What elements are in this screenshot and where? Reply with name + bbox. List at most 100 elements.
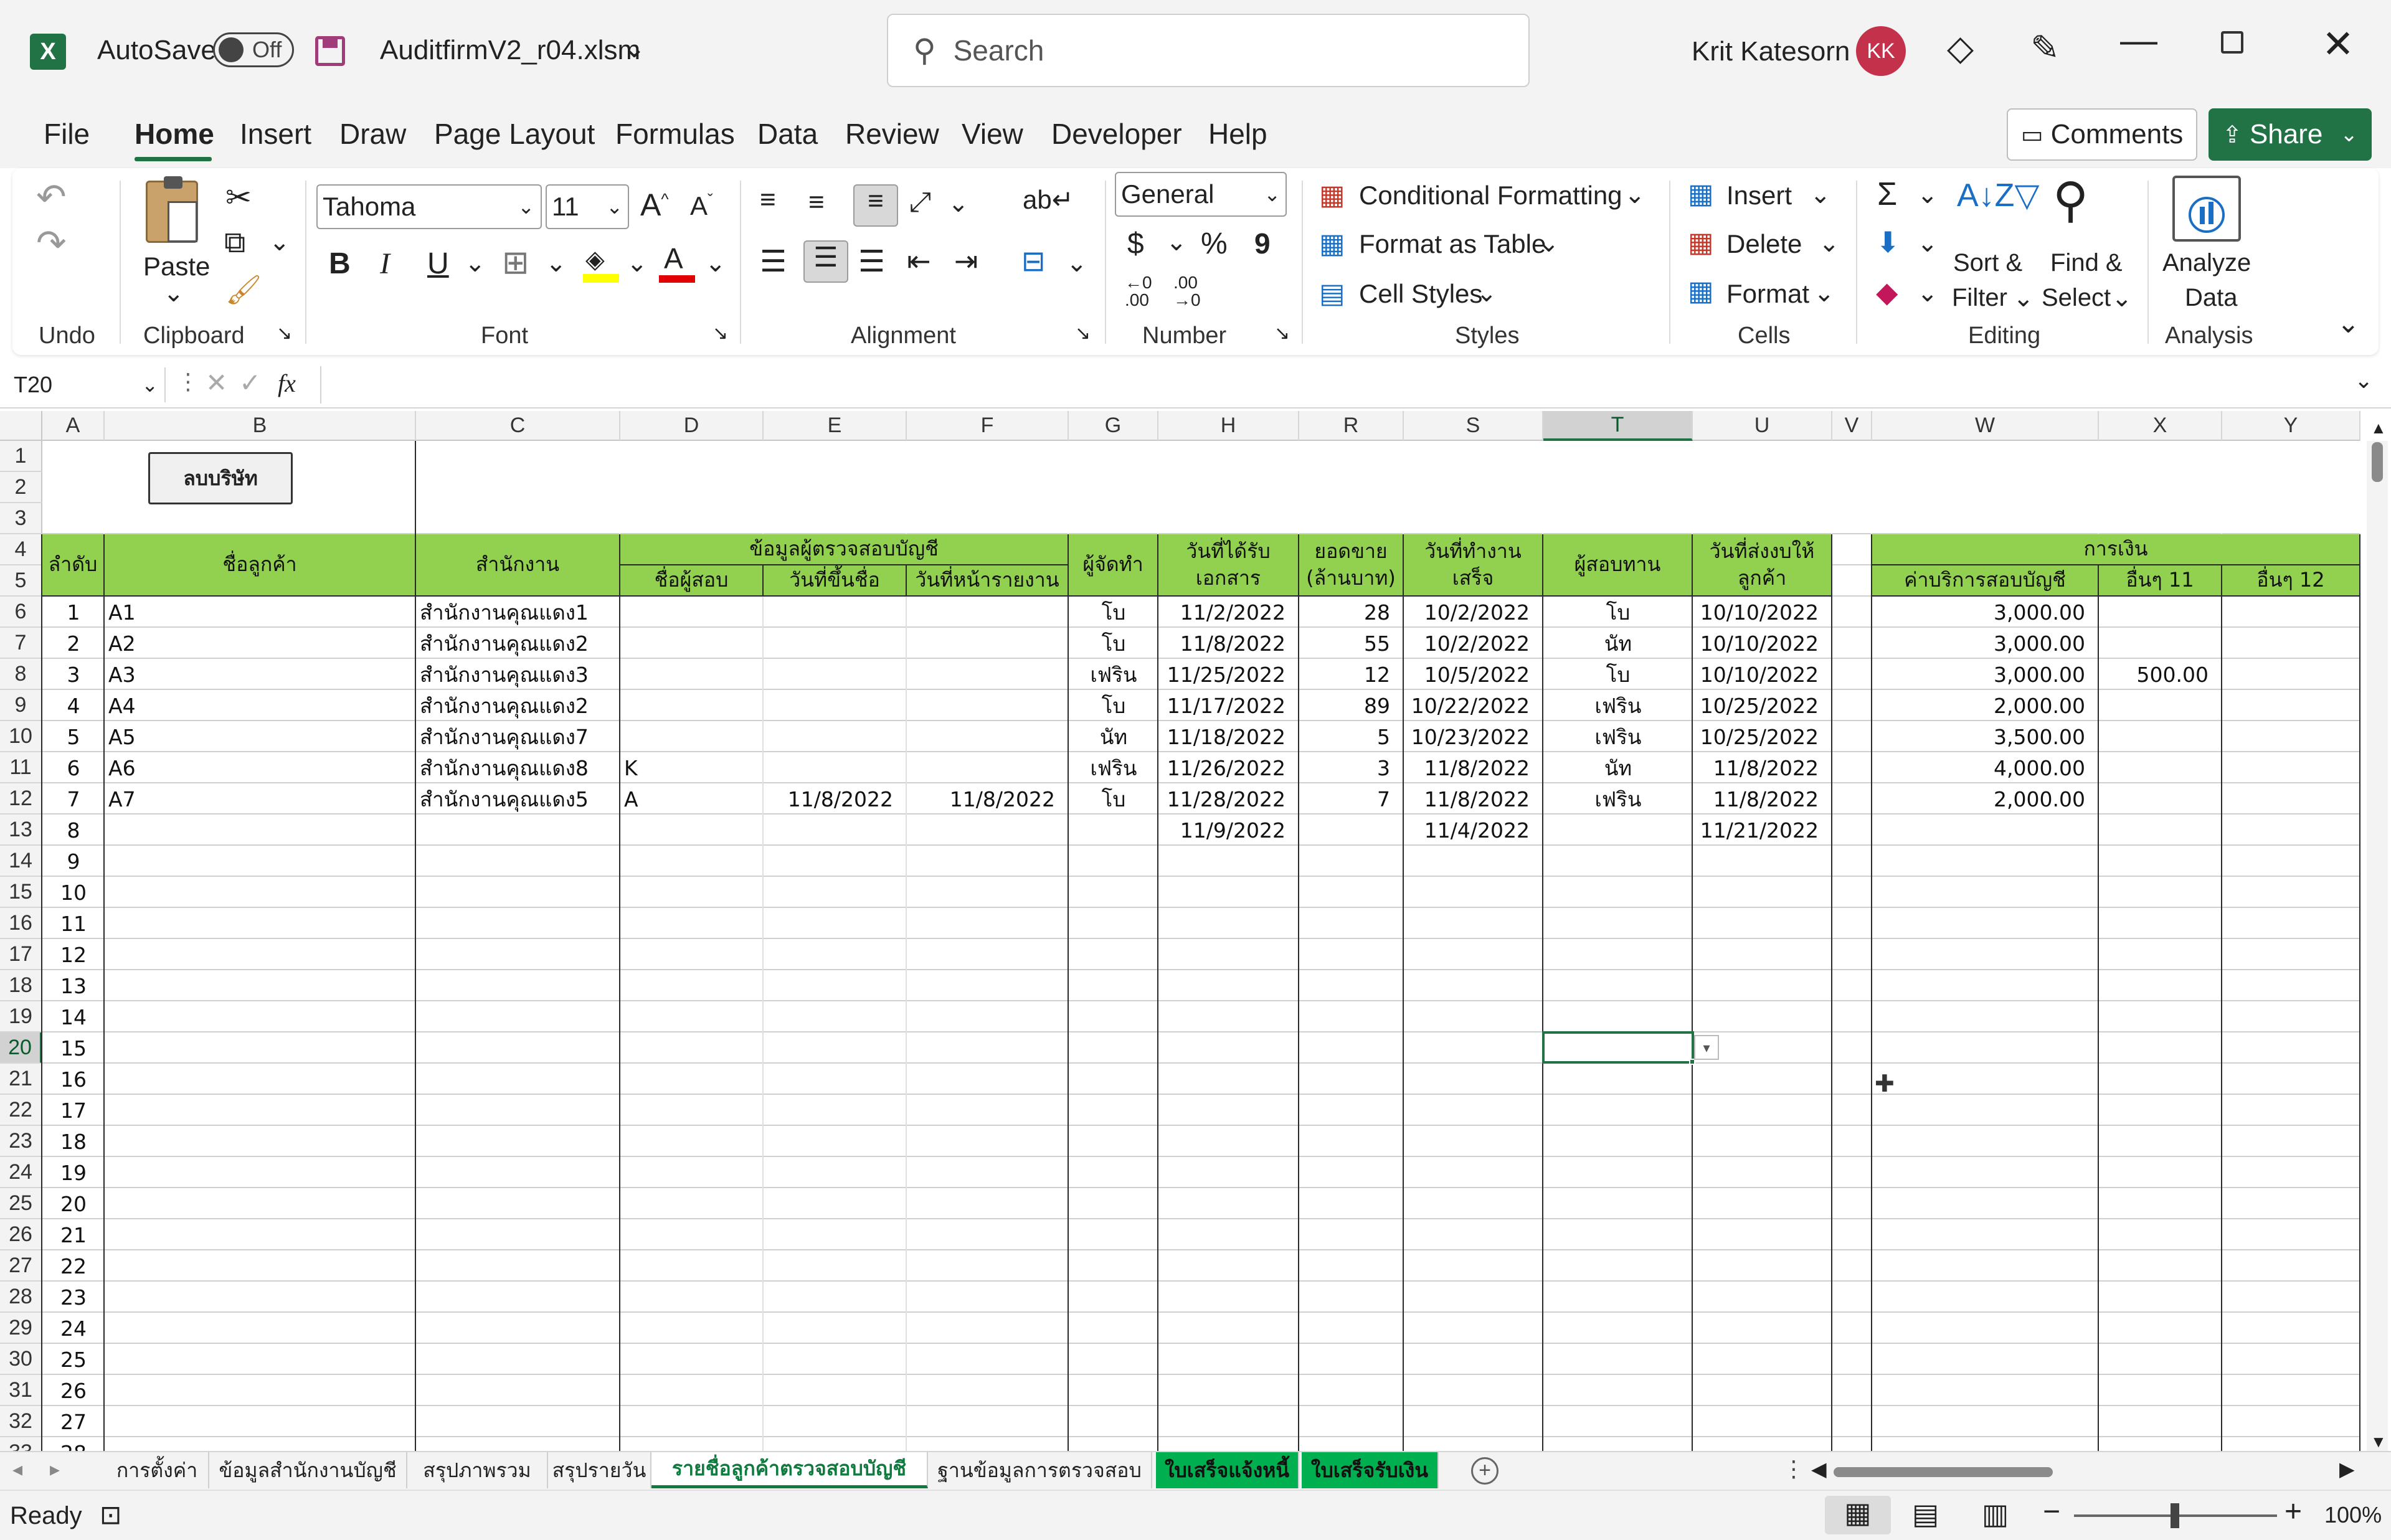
decrease-decimal-icon[interactable]: .00 →0 [1173,274,1201,309]
scroll-tabs-right-icon[interactable]: ▸ [50,1457,60,1481]
cell-send[interactable]: 10/10/2022 [1693,659,1832,690]
more-options-icon[interactable]: ⋮ [177,369,199,395]
clear-icon[interactable]: ◆ [1876,275,1898,309]
cell-send[interactable]: 10/10/2022 [1693,597,1832,628]
row-header[interactable]: 12 [0,783,42,815]
cell-dropdown-icon[interactable]: ▾ [1694,1035,1719,1060]
cell-sales[interactable]: 5 [1299,721,1404,752]
cell-reviewer[interactable]: เฟริน [1543,690,1693,721]
cell-seq[interactable]: 14 [42,1001,105,1032]
cell-sales[interactable]: 55 [1299,628,1404,659]
cell-customer[interactable]: A2 [105,628,416,659]
cell-seq[interactable]: 16 [42,1064,105,1095]
row-header[interactable]: 25 [0,1188,42,1219]
conditional-formatting-button[interactable]: Conditional Formatting [1359,181,1622,210]
cell-fee[interactable]: 3,000.00 [1872,628,2099,659]
cell-done[interactable]: 10/2/2022 [1404,597,1543,628]
cell-done[interactable]: 11/4/2022 [1404,815,1543,846]
row-header[interactable]: 4 [0,534,42,565]
cell-reviewer[interactable]: นัท [1543,628,1693,659]
cell-seq[interactable]: 13 [42,970,105,1001]
horizontal-scrollbar[interactable] [1834,1467,2053,1477]
scroll-tabs-left-icon[interactable]: ◂ [12,1457,22,1481]
share-dropdown-icon[interactable]: ⌄ [2340,122,2358,147]
row-header[interactable]: 9 [0,690,42,721]
find-select-label-2[interactable]: Select [2042,284,2111,312]
column-header-w[interactable]: W [1872,411,2099,441]
sort-filter-icon[interactable]: A↓Z▽ [1957,177,2039,214]
align-bottom-icon[interactable]: ≡ [853,184,898,227]
tab-developer[interactable]: Developer [1051,117,1182,151]
row-header[interactable]: 14 [0,846,42,877]
cell-o11[interactable]: 500.00 [2099,659,2222,690]
format-as-table-button[interactable]: Format as Table [1359,229,1546,259]
delete-company-button[interactable]: ลบบริษัท [148,452,293,504]
cell-reviewer[interactable]: เฟริน [1543,783,1693,815]
sheet-tab[interactable]: รายชื่อลูกค้าตรวจสอบบัญชี [651,1452,928,1488]
merge-dropdown-icon[interactable]: ⌄ [1066,249,1087,278]
cell-office[interactable]: สำนักงานคุณแดง3 [416,659,620,690]
paste-label[interactable]: Paste [143,252,210,281]
number-format-select[interactable]: General ⌄ [1115,172,1287,217]
clear-dropdown-icon[interactable]: ⌄ [1917,279,1938,308]
cell-send[interactable]: 10/25/2022 [1693,721,1832,752]
row-header[interactable]: 19 [0,1001,42,1032]
sort-filter-dropdown-icon[interactable]: ⌄ [2013,284,2034,313]
zoom-out-icon[interactable]: − [2043,1495,2060,1529]
close-icon[interactable]: ✕ [2322,21,2354,67]
format-as-table-dropdown-icon[interactable]: ⌄ [1538,229,1560,258]
cell-seq[interactable]: 28 [42,1437,105,1452]
column-header-c[interactable]: C [416,411,620,441]
share-button[interactable]: ⇪ Share ⌄ [2209,108,2372,161]
cell-send[interactable]: 10/25/2022 [1693,690,1832,721]
name-box[interactable]: T20 ⌄ [6,367,166,402]
normal-view-button[interactable]: ▦ [1825,1496,1891,1534]
scroll-up-icon[interactable]: ▲ [2370,418,2387,438]
column-header-v[interactable]: V [1832,411,1872,441]
cell-seq[interactable]: 7 [42,783,105,815]
row-header[interactable]: 7 [0,628,42,659]
cell-preparer[interactable]: โบ [1069,690,1158,721]
cell-seq[interactable]: 26 [42,1375,105,1406]
cell-seq[interactable]: 19 [42,1157,105,1188]
align-middle-icon[interactable]: ≡ [808,187,825,218]
borders-dropdown-icon[interactable]: ⌄ [546,249,567,278]
cell-sales[interactable]: 89 [1299,690,1404,721]
column-header-s[interactable]: S [1404,411,1543,441]
font-launcher-icon[interactable]: ↘ [713,323,728,344]
cell-seq[interactable]: 12 [42,939,105,970]
insert-function-icon[interactable]: fx [278,369,296,398]
cell-seq[interactable]: 21 [42,1219,105,1250]
cell-done[interactable]: 10/22/2022 [1404,690,1543,721]
minimize-icon[interactable]: — [2120,19,2157,62]
decrease-font-icon[interactable]: Aˇ [690,191,713,221]
row-header[interactable]: 11 [0,752,42,783]
sheet-tab[interactable]: สรุปภาพรวม [407,1452,548,1488]
cell-seq[interactable]: 15 [42,1032,105,1064]
autosave-toggle[interactable]: Off [213,32,294,67]
hscroll-left-icon[interactable]: ◀ [1811,1457,1827,1481]
cell-preparer[interactable]: เฟริน [1069,659,1158,690]
fill-color-dropdown-icon[interactable]: ⌄ [627,249,648,278]
cell-done[interactable]: 10/5/2022 [1404,659,1543,690]
scroll-thumb[interactable] [2372,442,2383,482]
row-header[interactable]: 24 [0,1157,42,1188]
scroll-down-icon[interactable]: ▼ [2370,1432,2387,1451]
cell-seq[interactable]: 18 [42,1126,105,1157]
cell-styles-button[interactable]: Cell Styles [1359,279,1482,309]
font-color-icon[interactable]: A [659,242,695,283]
sheet-tab[interactable]: ใบเสร็จรับเงิน [1302,1452,1439,1488]
currency-icon[interactable]: $ [1127,227,1144,261]
row-header[interactable]: 23 [0,1126,42,1157]
zoom-slider[interactable] [2074,1503,2277,1528]
find-select-icon[interactable]: ⚲ [2053,172,2088,229]
zoom-level[interactable]: 100% [2324,1502,2382,1528]
cell-seq[interactable]: 5 [42,721,105,752]
row-header[interactable]: 28 [0,1282,42,1313]
undo-icon[interactable]: ↶ [36,176,67,218]
vertical-scrollbar[interactable] [2367,441,2388,1451]
cell-doc[interactable]: 11/25/2022 [1158,659,1299,690]
cell-office[interactable]: สำนักงานคุณแดง5 [416,783,620,815]
cell-reviewer[interactable]: โบ [1543,659,1693,690]
format-cells-icon[interactable]: ▦ [1688,275,1714,307]
